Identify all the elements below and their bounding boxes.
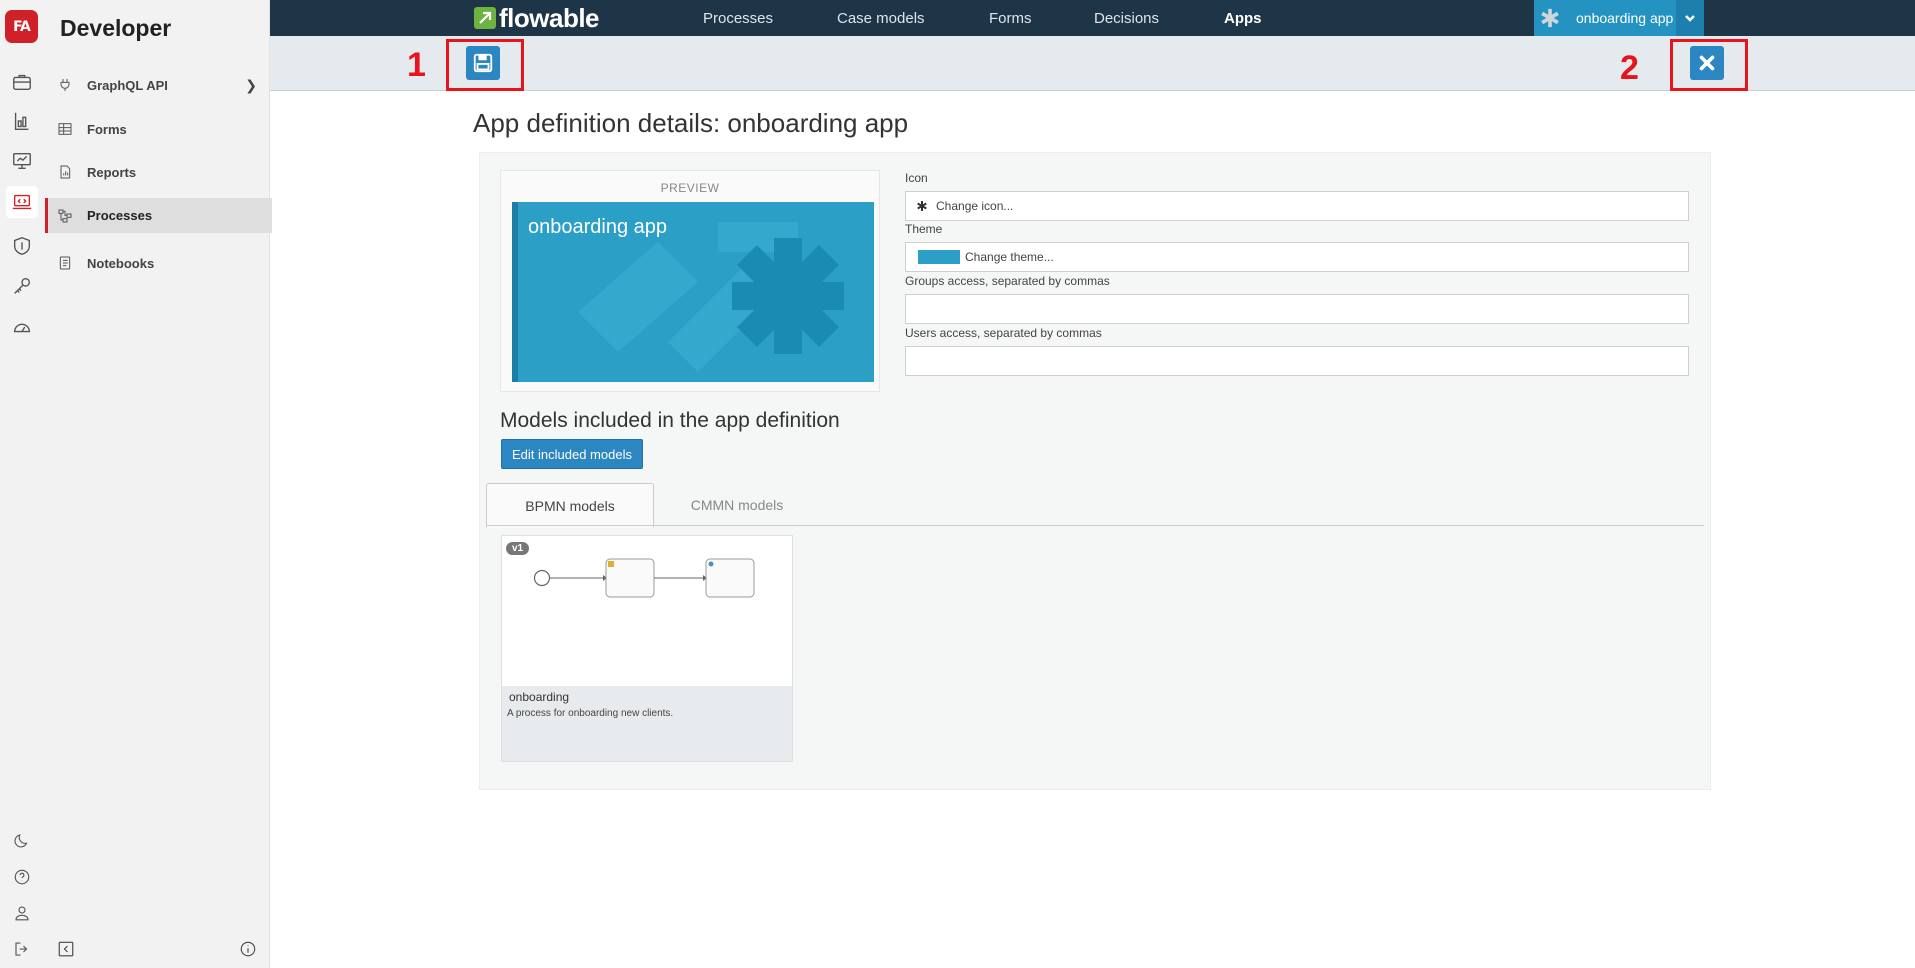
model-name: onboarding xyxy=(509,690,570,704)
flowable-logo-icon xyxy=(474,7,496,29)
tab-bpmn-models[interactable]: BPMN models xyxy=(486,483,654,528)
version-badge: v1 xyxy=(506,542,530,555)
models-heading: Models included in the app definition xyxy=(500,409,840,432)
sidebar-item-forms[interactable]: Forms xyxy=(45,111,269,147)
icon-label: Icon xyxy=(905,171,928,185)
sidebar-item-label: Forms xyxy=(87,121,127,137)
flowable-logo[interactable]: flowable xyxy=(474,2,600,33)
nav-processes[interactable]: Processes xyxy=(703,10,773,27)
gauge-icon[interactable] xyxy=(6,311,38,343)
annotation-number-2: 2 xyxy=(1620,49,1639,87)
groups-access-input[interactable] xyxy=(905,294,1689,324)
sidebar-item-graphql-api[interactable]: GraphQL API ❯ xyxy=(45,67,269,103)
model-description: A process for onboarding new clients. xyxy=(507,708,674,719)
change-icon-field[interactable]: Change icon... xyxy=(905,191,1689,221)
icon-rail: FA xyxy=(0,0,46,968)
laptop-code-icon[interactable] xyxy=(6,186,38,218)
app-tile-name: onboarding app xyxy=(528,216,668,238)
change-icon-text: Change icon... xyxy=(936,199,1014,213)
key-icon[interactable] xyxy=(6,270,38,302)
nav-case-models[interactable]: Case models xyxy=(837,10,925,27)
annotation-box-1 xyxy=(446,39,524,91)
briefcase-icon[interactable] xyxy=(6,66,38,98)
file-chart-icon xyxy=(57,164,73,180)
table-icon xyxy=(57,121,73,137)
info-icon[interactable] xyxy=(239,940,257,958)
sidebar-item-label: Processes xyxy=(87,208,153,223)
plug-icon xyxy=(57,77,73,93)
sidebar-title: Developer xyxy=(60,15,172,41)
app-switcher-label: onboarding app xyxy=(1576,10,1674,26)
nav-apps[interactable]: Apps xyxy=(1224,10,1262,27)
annotation-number-1: 1 xyxy=(407,46,426,84)
annotation-box-2 xyxy=(1670,39,1748,91)
nav-decisions[interactable]: Decisions xyxy=(1094,10,1159,27)
sidebar: Developer GraphQL API ❯ Forms Reports Pr… xyxy=(45,0,272,968)
asterisk-icon xyxy=(1538,6,1562,30)
monitor-chart-icon[interactable] xyxy=(6,145,38,177)
sidebar-item-processes[interactable]: Processes xyxy=(45,198,272,233)
groups-access-label: Groups access, separated by commas xyxy=(905,274,1110,288)
chart-icon[interactable] xyxy=(6,105,38,137)
app-logo[interactable]: FA xyxy=(5,10,38,43)
sidebar-item-reports[interactable]: Reports xyxy=(45,154,269,190)
logout-icon[interactable] xyxy=(6,933,38,965)
brand-name: flowable xyxy=(499,2,600,33)
preview-caption: PREVIEW xyxy=(660,181,720,195)
page-title: App definition details: onboarding app xyxy=(473,108,909,138)
change-theme-text: Change theme... xyxy=(965,250,1054,264)
chevron-right-icon[interactable]: ❯ xyxy=(245,77,257,94)
sidebar-item-label: Notebooks xyxy=(87,255,155,271)
tabs-divider xyxy=(486,525,1704,526)
moon-icon[interactable] xyxy=(6,825,38,857)
chevron-down-icon[interactable] xyxy=(1676,0,1704,36)
app-preview: PREVIEW onboarding app xyxy=(500,170,880,392)
users-access-label: Users access, separated by commas xyxy=(905,326,1102,340)
app-switcher[interactable]: onboarding app xyxy=(1534,0,1704,36)
sidebar-item-notebooks[interactable]: Notebooks xyxy=(45,245,269,281)
notebook-icon xyxy=(57,255,73,271)
user-icon[interactable] xyxy=(6,897,38,929)
app-tile: onboarding app xyxy=(512,202,874,382)
edit-included-models-button[interactable]: Edit included models xyxy=(501,439,643,469)
theme-swatch xyxy=(918,250,960,264)
collapse-sidebar-icon[interactable] xyxy=(57,940,75,958)
flow-icon xyxy=(57,208,73,224)
sidebar-item-label: GraphQL API xyxy=(87,77,168,93)
asterisk-icon xyxy=(916,200,928,212)
theme-label: Theme xyxy=(905,222,943,236)
help-icon[interactable] xyxy=(6,861,38,893)
change-theme-field[interactable]: Change theme... xyxy=(905,242,1689,272)
sidebar-item-label: Reports xyxy=(87,164,137,180)
users-access-input[interactable] xyxy=(905,346,1689,376)
top-navbar: flowable Processes Case models Forms Dec… xyxy=(270,0,1915,36)
tab-cmmn-models[interactable]: CMMN models xyxy=(655,483,819,526)
process-diagram-thumbnail xyxy=(533,558,755,598)
nav-forms[interactable]: Forms xyxy=(989,10,1032,27)
model-card[interactable]: v1 onboarding A process for onboarding n… xyxy=(501,535,793,762)
shield-icon[interactable] xyxy=(6,230,38,262)
